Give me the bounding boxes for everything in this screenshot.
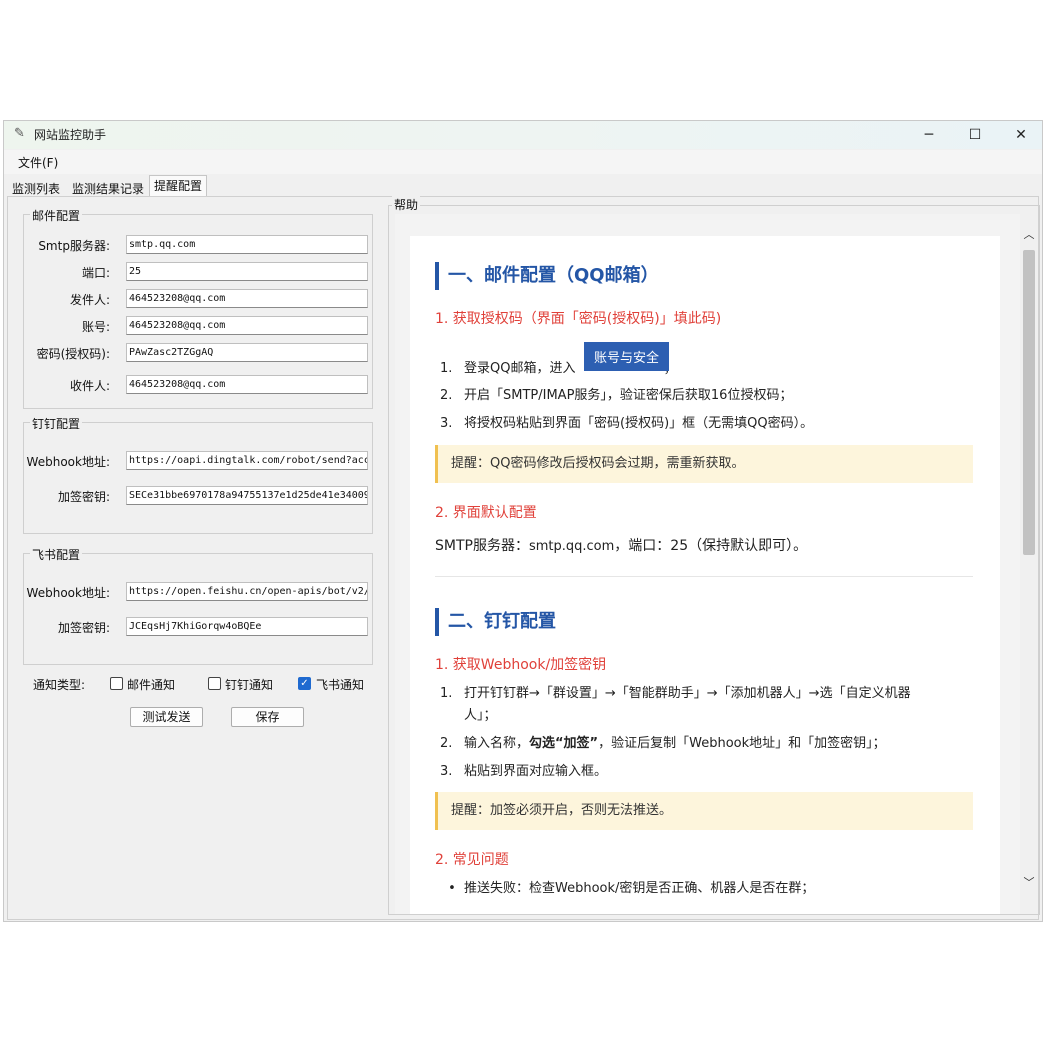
step1-line2: 人」； <box>464 708 497 723</box>
feishu-secret-input[interactable]: JCEqsHj7KhiGorqw4oBQEe <box>126 617 368 636</box>
dingtalk-secret-input[interactable]: SECe31bbe6970178a94755137e1d25de41e34009 <box>126 486 368 505</box>
step-number: 2. <box>440 388 453 403</box>
help-content-view[interactable]: 一、邮件配置（QQ邮箱） 1. 获取授权码（界面「密码(授权码)」填此码) 1.… <box>395 214 1020 914</box>
smtp-server-input[interactable]: smtp.qq.com <box>126 235 368 254</box>
dingtalk-notify-checkbox[interactable] <box>208 677 221 690</box>
account-security-chip: 账号与安全 <box>584 342 670 371</box>
feishu-notify-label: 飞书通知 <box>316 678 365 692</box>
feishu-secret-label: 加签密钥: <box>57 621 110 635</box>
email-notify-label: 邮件通知 <box>127 678 176 692</box>
faq1-text: 推送失败：检查Webhook/密钥是否正确、机器人是否在群； <box>464 881 815 896</box>
tab-monitor-list[interactable]: 监测列表 <box>7 178 65 197</box>
tab-strip: 监测列表 监测结果记录 提醒配置 <box>4 175 1042 197</box>
password-label: 密码(授权码): <box>36 347 110 361</box>
section2-tip: 提醒：加签必须开启，否则无法推送。 <box>435 792 973 830</box>
tab-alert-config[interactable]: 提醒配置 <box>149 175 208 197</box>
section1-step2: 2. 开启「SMTP/IMAP服务」，验证密保后获取16位授权码； <box>440 385 792 407</box>
window-title: 网站监控助手 <box>34 128 107 142</box>
feishu-webhook-input[interactable]: https://open.feishu.cn/open-apis/bot/v2/ <box>126 582 368 601</box>
app-feather-icon: ✎ <box>14 126 25 141</box>
dingtalk-webhook-label: Webhook地址: <box>26 455 110 469</box>
section2-sub2: 2. 常见问题 <box>435 852 509 868</box>
step-number: 3. <box>440 764 453 779</box>
port-input[interactable]: 25 <box>126 262 368 281</box>
email-config-group: 邮件配置 Smtp服务器: smtp.qq.com 端口: 25 发件人: 46… <box>23 207 373 409</box>
scroll-thumb[interactable] <box>1023 250 1035 555</box>
step3-text: 粘贴到界面对应输入框。 <box>464 764 608 779</box>
dingtalk-config-group: 钉钉配置 Webhook地址: https://oapi.dingtalk.co… <box>23 415 373 534</box>
step2-text-b: ，验证后复制「Webhook地址」和「加签密钥」； <box>598 736 886 751</box>
checkmark-icon: ✓ <box>300 678 309 689</box>
email-notify-checkbox[interactable] <box>110 677 123 690</box>
port-label: 端口: <box>81 266 110 280</box>
dingtalk-webhook-input[interactable]: https://oapi.dingtalk.com/robot/send?acc <box>126 451 368 470</box>
default-text-b: smtp.qq.com <box>528 539 615 554</box>
sender-label: 发件人: <box>69 293 110 307</box>
step2-text: 开启「SMTP/IMAP服务」，验证密保后获取16位授权码； <box>464 388 793 403</box>
step2-bold: 勾选“加签” <box>529 736 599 751</box>
help-scrollbar[interactable]: ︿ ﹀ <box>1020 214 1038 914</box>
tab-monitor-results[interactable]: 监测结果记录 <box>67 178 149 197</box>
section1-sub2: 2. 界面默认配置 <box>435 505 537 521</box>
section1-heading: 一、邮件配置（QQ邮箱） <box>435 262 659 290</box>
minimize-button[interactable]: ─ <box>906 121 952 149</box>
step-number: 1. <box>440 361 453 376</box>
step3-text: 将授权码粘贴到界面「密码(授权码)」框（无需填QQ密码）。 <box>464 416 814 431</box>
notify-type-label: 通知类型: <box>33 678 86 692</box>
password-input[interactable]: PAwZasc2TZGgAQ <box>126 343 368 362</box>
dingtalk-notify-label: 钉钉通知 <box>225 678 274 692</box>
section2-sub1: 1. 获取Webhook/加签密钥 <box>435 657 607 673</box>
receiver-label: 收件人: <box>69 379 110 393</box>
feishu-config-title: 飞书配置 <box>30 546 83 563</box>
maximize-button[interactable]: ☐ <box>952 121 998 149</box>
section1-tip: 提醒：QQ密码修改后授权码会过期，需重新获取。 <box>435 445 973 483</box>
feishu-webhook-label: Webhook地址: <box>26 586 110 600</box>
section2-heading: 二、钉钉配置 <box>435 608 556 636</box>
default-config-text: SMTP服务器：smtp.qq.com，端口：25（保持默认即可）。 <box>435 535 807 555</box>
test-send-button[interactable]: 测试发送 <box>130 707 203 727</box>
dingtalk-secret-label: 加签密钥: <box>57 490 110 504</box>
app-window: ✎ 网站监控助手 ─ ☐ ✕ 文件(F) 监测列表 监测结果记录 提醒配置 邮件… <box>3 120 1043 922</box>
receiver-input[interactable]: 464523208@qq.com <box>126 375 368 394</box>
step1-line1: 打开钉钉群→「群设置」→「智能群助手」→「添加机器人」→选「自定义机器 <box>464 686 911 701</box>
bullet-icon: • <box>448 881 456 896</box>
email-config-title: 邮件配置 <box>30 207 83 224</box>
step-number: 1. <box>440 686 453 701</box>
scroll-down-icon[interactable]: ﹀ <box>1023 874 1035 890</box>
dingtalk-config-title: 钉钉配置 <box>30 415 83 432</box>
default-text-c: ，端口：25（保持默认即可）。 <box>614 538 808 554</box>
feishu-notify-checkbox[interactable]: ✓ <box>298 677 311 690</box>
section2-step3: 3. 粘贴到界面对应输入框。 <box>440 761 607 783</box>
default-text-a: SMTP服务器： <box>435 538 529 554</box>
help-document: 一、邮件配置（QQ邮箱） 1. 获取授权码（界面「密码(授权码)」填此码) 1.… <box>410 236 1000 914</box>
smtp-label: Smtp服务器: <box>38 239 110 253</box>
menu-bar: 文件(F) <box>4 150 1042 174</box>
sender-input[interactable]: 464523208@qq.com <box>126 289 368 308</box>
step1-text-a: 登录QQ邮箱，进入 <box>464 361 576 376</box>
step-number: 2. <box>440 736 453 751</box>
close-button[interactable]: ✕ <box>998 121 1042 149</box>
account-label: 账号: <box>81 320 110 334</box>
section1-sub1: 1. 获取授权码（界面「密码(授权码)」填此码) <box>435 311 722 327</box>
feishu-config-group: 飞书配置 Webhook地址: https://open.feishu.cn/o… <box>23 546 373 665</box>
title-bar[interactable]: ✎ 网站监控助手 ─ ☐ ✕ <box>4 121 1042 149</box>
step2-text-a: 输入名称， <box>464 736 530 751</box>
account-input[interactable]: 464523208@qq.com <box>126 316 368 335</box>
menu-file[interactable]: 文件(F) <box>18 154 58 171</box>
save-button[interactable]: 保存 <box>231 707 304 727</box>
faq-item: • 推送失败：检查Webhook/密钥是否正确、机器人是否在群； <box>440 878 814 900</box>
section2-step1: 1. 打开钉钉群→「群设置」→「智能群助手」→「添加机器人」→选「自定义机器 人」… <box>440 683 980 727</box>
help-title: 帮助 <box>392 196 421 213</box>
section1-step3: 3. 将授权码粘贴到界面「密码(授权码)」框（无需填QQ密码）。 <box>440 413 813 435</box>
step-number: 3. <box>440 416 453 431</box>
section2-step2: 2. 输入名称，勾选“加签”，验证后复制「Webhook地址」和「加签密钥」； <box>440 733 886 755</box>
section-divider <box>435 576 973 577</box>
scroll-up-icon[interactable]: ︿ <box>1023 226 1035 242</box>
